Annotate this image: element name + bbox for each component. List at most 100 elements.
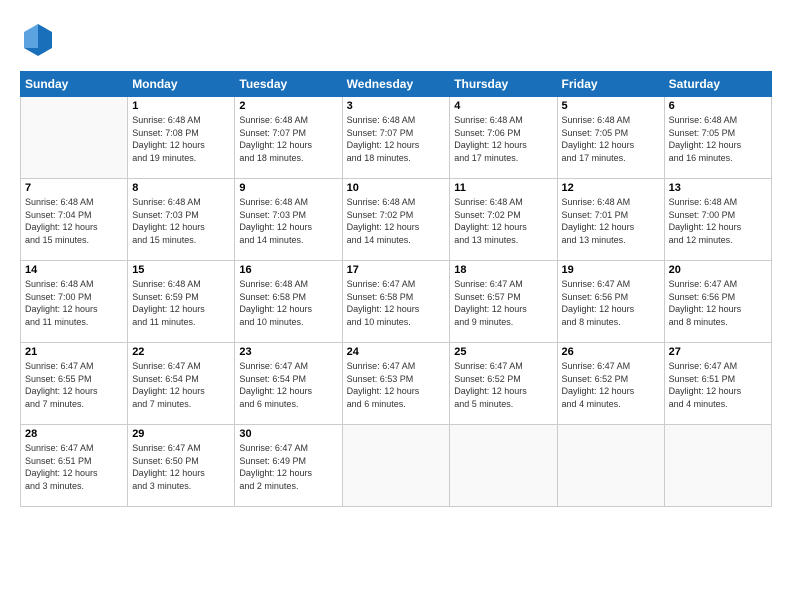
calendar-cell	[557, 425, 664, 507]
calendar-cell: 24 Sunrise: 6:47 AM Sunset: 6:53 PM Dayli…	[342, 343, 450, 425]
day-number: 17	[347, 264, 446, 276]
calendar-cell: 8 Sunrise: 6:48 AM Sunset: 7:03 PM Daylig…	[128, 179, 235, 261]
day-number: 13	[669, 182, 767, 194]
calendar-cell	[450, 425, 557, 507]
day-info: Sunrise: 6:47 AM Sunset: 6:58 PM Dayligh…	[347, 278, 446, 328]
calendar-cell: 27 Sunrise: 6:47 AM Sunset: 6:51 PM Dayli…	[664, 343, 771, 425]
page: SundayMondayTuesdayWednesdayThursdayFrid…	[0, 0, 792, 612]
day-number: 2	[239, 100, 337, 112]
day-info: Sunrise: 6:47 AM Sunset: 6:56 PM Dayligh…	[562, 278, 660, 328]
weekday-header-friday: Friday	[557, 72, 664, 97]
day-number: 4	[454, 100, 552, 112]
day-number: 16	[239, 264, 337, 276]
day-info: Sunrise: 6:47 AM Sunset: 6:50 PM Dayligh…	[132, 442, 230, 492]
calendar-cell: 15 Sunrise: 6:48 AM Sunset: 6:59 PM Dayli…	[128, 261, 235, 343]
calendar-cell: 20 Sunrise: 6:47 AM Sunset: 6:56 PM Dayli…	[664, 261, 771, 343]
day-info: Sunrise: 6:47 AM Sunset: 6:54 PM Dayligh…	[132, 360, 230, 410]
day-number: 21	[25, 346, 123, 358]
calendar-cell: 25Sunrise: 6:47 AM Sunset: 6:52 PM Dayli…	[450, 343, 557, 425]
day-number: 19	[562, 264, 660, 276]
day-number: 11	[454, 182, 552, 194]
week-row-1: 1 Sunrise: 6:48 AM Sunset: 7:08 PM Daylig…	[21, 97, 772, 179]
logo	[20, 20, 60, 61]
day-info: Sunrise: 6:47 AM Sunset: 6:52 PM Dayligh…	[562, 360, 660, 410]
calendar-cell: 12 Sunrise: 6:48 AM Sunset: 7:01 PM Dayli…	[557, 179, 664, 261]
calendar-cell: 10 Sunrise: 6:48 AM Sunset: 7:02 PM Dayli…	[342, 179, 450, 261]
day-info: Sunrise: 6:48 AM Sunset: 7:06 PM Dayligh…	[454, 114, 552, 164]
calendar-cell: 16Sunrise: 6:48 AM Sunset: 6:58 PM Dayli…	[235, 261, 342, 343]
calendar-cell: 26 Sunrise: 6:47 AM Sunset: 6:52 PM Dayli…	[557, 343, 664, 425]
calendar-cell: 1 Sunrise: 6:48 AM Sunset: 7:08 PM Daylig…	[128, 97, 235, 179]
calendar-cell: 19 Sunrise: 6:47 AM Sunset: 6:56 PM Dayli…	[557, 261, 664, 343]
day-info: Sunrise: 6:47 AM Sunset: 6:54 PM Dayligh…	[239, 360, 337, 410]
calendar-cell: 22 Sunrise: 6:47 AM Sunset: 6:54 PM Dayli…	[128, 343, 235, 425]
day-info: Sunrise: 6:48 AM Sunset: 7:08 PM Dayligh…	[132, 114, 230, 164]
calendar-cell: 18Sunrise: 6:47 AM Sunset: 6:57 PM Dayli…	[450, 261, 557, 343]
day-info: Sunrise: 6:47 AM Sunset: 6:55 PM Dayligh…	[25, 360, 123, 410]
day-number: 24	[347, 346, 446, 358]
header	[20, 20, 772, 61]
calendar-cell	[21, 97, 128, 179]
day-info: Sunrise: 6:47 AM Sunset: 6:51 PM Dayligh…	[669, 360, 767, 410]
week-row-5: 28 Sunrise: 6:47 AM Sunset: 6:51 PM Dayli…	[21, 425, 772, 507]
calendar-cell: 7 Sunrise: 6:48 AM Sunset: 7:04 PM Daylig…	[21, 179, 128, 261]
calendar-cell: 23Sunrise: 6:47 AM Sunset: 6:54 PM Dayli…	[235, 343, 342, 425]
day-number: 26	[562, 346, 660, 358]
day-info: Sunrise: 6:47 AM Sunset: 6:52 PM Dayligh…	[454, 360, 552, 410]
calendar-cell: 29Sunrise: 6:47 AM Sunset: 6:50 PM Dayli…	[128, 425, 235, 507]
calendar-cell: 5 Sunrise: 6:48 AM Sunset: 7:05 PM Daylig…	[557, 97, 664, 179]
day-info: Sunrise: 6:48 AM Sunset: 7:07 PM Dayligh…	[347, 114, 446, 164]
day-number: 3	[347, 100, 446, 112]
day-info: Sunrise: 6:48 AM Sunset: 7:01 PM Dayligh…	[562, 196, 660, 246]
day-info: Sunrise: 6:48 AM Sunset: 7:04 PM Dayligh…	[25, 196, 123, 246]
day-info: Sunrise: 6:48 AM Sunset: 7:00 PM Dayligh…	[25, 278, 123, 328]
day-info: Sunrise: 6:48 AM Sunset: 7:05 PM Dayligh…	[669, 114, 767, 164]
day-info: Sunrise: 6:47 AM Sunset: 6:53 PM Dayligh…	[347, 360, 446, 410]
day-number: 1	[132, 100, 230, 112]
calendar-cell: 28 Sunrise: 6:47 AM Sunset: 6:51 PM Dayli…	[21, 425, 128, 507]
day-info: Sunrise: 6:48 AM Sunset: 7:02 PM Dayligh…	[347, 196, 446, 246]
day-info: Sunrise: 6:48 AM Sunset: 7:03 PM Dayligh…	[132, 196, 230, 246]
calendar-table: SundayMondayTuesdayWednesdayThursdayFrid…	[20, 71, 772, 507]
day-number: 28	[25, 428, 123, 440]
day-number: 5	[562, 100, 660, 112]
day-number: 27	[669, 346, 767, 358]
calendar-cell: 6 Sunrise: 6:48 AM Sunset: 7:05 PM Daylig…	[664, 97, 771, 179]
weekday-header-wednesday: Wednesday	[342, 72, 450, 97]
day-info: Sunrise: 6:47 AM Sunset: 6:49 PM Dayligh…	[239, 442, 337, 492]
day-number: 9	[239, 182, 337, 194]
weekday-header-tuesday: Tuesday	[235, 72, 342, 97]
day-info: Sunrise: 6:48 AM Sunset: 7:07 PM Dayligh…	[239, 114, 337, 164]
week-row-2: 7 Sunrise: 6:48 AM Sunset: 7:04 PM Daylig…	[21, 179, 772, 261]
calendar-cell: 30 Sunrise: 6:47 AM Sunset: 6:49 PM Dayli…	[235, 425, 342, 507]
day-number: 7	[25, 182, 123, 194]
week-row-3: 14 Sunrise: 6:48 AM Sunset: 7:00 PM Dayli…	[21, 261, 772, 343]
weekday-header-thursday: Thursday	[450, 72, 557, 97]
day-info: Sunrise: 6:48 AM Sunset: 7:05 PM Dayligh…	[562, 114, 660, 164]
weekday-header-saturday: Saturday	[664, 72, 771, 97]
day-number: 20	[669, 264, 767, 276]
calendar-cell: 4 Sunrise: 6:48 AM Sunset: 7:06 PM Daylig…	[450, 97, 557, 179]
weekday-header-monday: Monday	[128, 72, 235, 97]
calendar-cell: 9 Sunrise: 6:48 AM Sunset: 7:03 PM Daylig…	[235, 179, 342, 261]
calendar-cell: 21 Sunrise: 6:47 AM Sunset: 6:55 PM Dayli…	[21, 343, 128, 425]
day-number: 14	[25, 264, 123, 276]
day-number: 6	[669, 100, 767, 112]
day-number: 22	[132, 346, 230, 358]
day-number: 30	[239, 428, 337, 440]
day-info: Sunrise: 6:48 AM Sunset: 6:59 PM Dayligh…	[132, 278, 230, 328]
day-number: 15	[132, 264, 230, 276]
day-info: Sunrise: 6:48 AM Sunset: 7:00 PM Dayligh…	[669, 196, 767, 246]
day-info: Sunrise: 6:47 AM Sunset: 6:56 PM Dayligh…	[669, 278, 767, 328]
day-info: Sunrise: 6:48 AM Sunset: 7:02 PM Dayligh…	[454, 196, 552, 246]
day-number: 12	[562, 182, 660, 194]
logo-icon	[20, 20, 56, 56]
calendar-cell: 11 Sunrise: 6:48 AM Sunset: 7:02 PM Dayli…	[450, 179, 557, 261]
day-info: Sunrise: 6:47 AM Sunset: 6:51 PM Dayligh…	[25, 442, 123, 492]
calendar-cell: 13 Sunrise: 6:48 AM Sunset: 7:00 PM Dayli…	[664, 179, 771, 261]
day-number: 10	[347, 182, 446, 194]
day-number: 8	[132, 182, 230, 194]
calendar-cell: 17 Sunrise: 6:47 AM Sunset: 6:58 PM Dayli…	[342, 261, 450, 343]
day-info: Sunrise: 6:48 AM Sunset: 7:03 PM Dayligh…	[239, 196, 337, 246]
day-number: 18	[454, 264, 552, 276]
